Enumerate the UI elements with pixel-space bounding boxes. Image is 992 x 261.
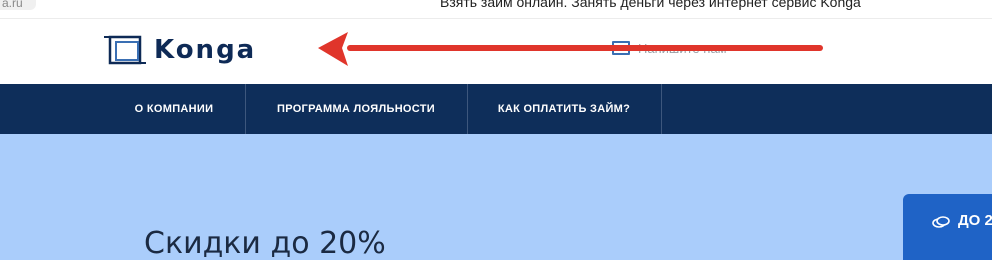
nav-item-about[interactable]: О КОМПАНИИ xyxy=(104,84,244,134)
main-nav: О КОМПАНИИ ПРОГРАММА ЛОЯЛЬНОСТИ КАК ОПЛА… xyxy=(0,84,992,134)
side-button-label[interactable]: ДО 2 xyxy=(958,212,992,229)
logo-text[interactable]: Konga xyxy=(154,35,256,65)
page-title: Взять займ онлайн. Занять деньги через и… xyxy=(440,0,861,10)
coins-icon xyxy=(932,216,950,228)
contact-label: Напишите нам xyxy=(638,40,727,56)
nav-item-how-to-pay[interactable]: КАК ОПЛАТИТЬ ЗАЙМ? xyxy=(468,84,660,134)
nav-item-loyalty[interactable]: ПРОГРАММА ЛОЯЛЬНОСТИ xyxy=(246,84,466,134)
nav-divider xyxy=(661,84,662,134)
browser-top-strip: a.ru Взять займ онлайн. Занять деньги че… xyxy=(0,0,992,19)
contact-link[interactable]: Напишите нам xyxy=(612,40,727,56)
mail-icon xyxy=(612,41,630,55)
hero-title: Скидки до 20% xyxy=(144,226,386,261)
url-fragment[interactable]: a.ru xyxy=(0,0,36,10)
